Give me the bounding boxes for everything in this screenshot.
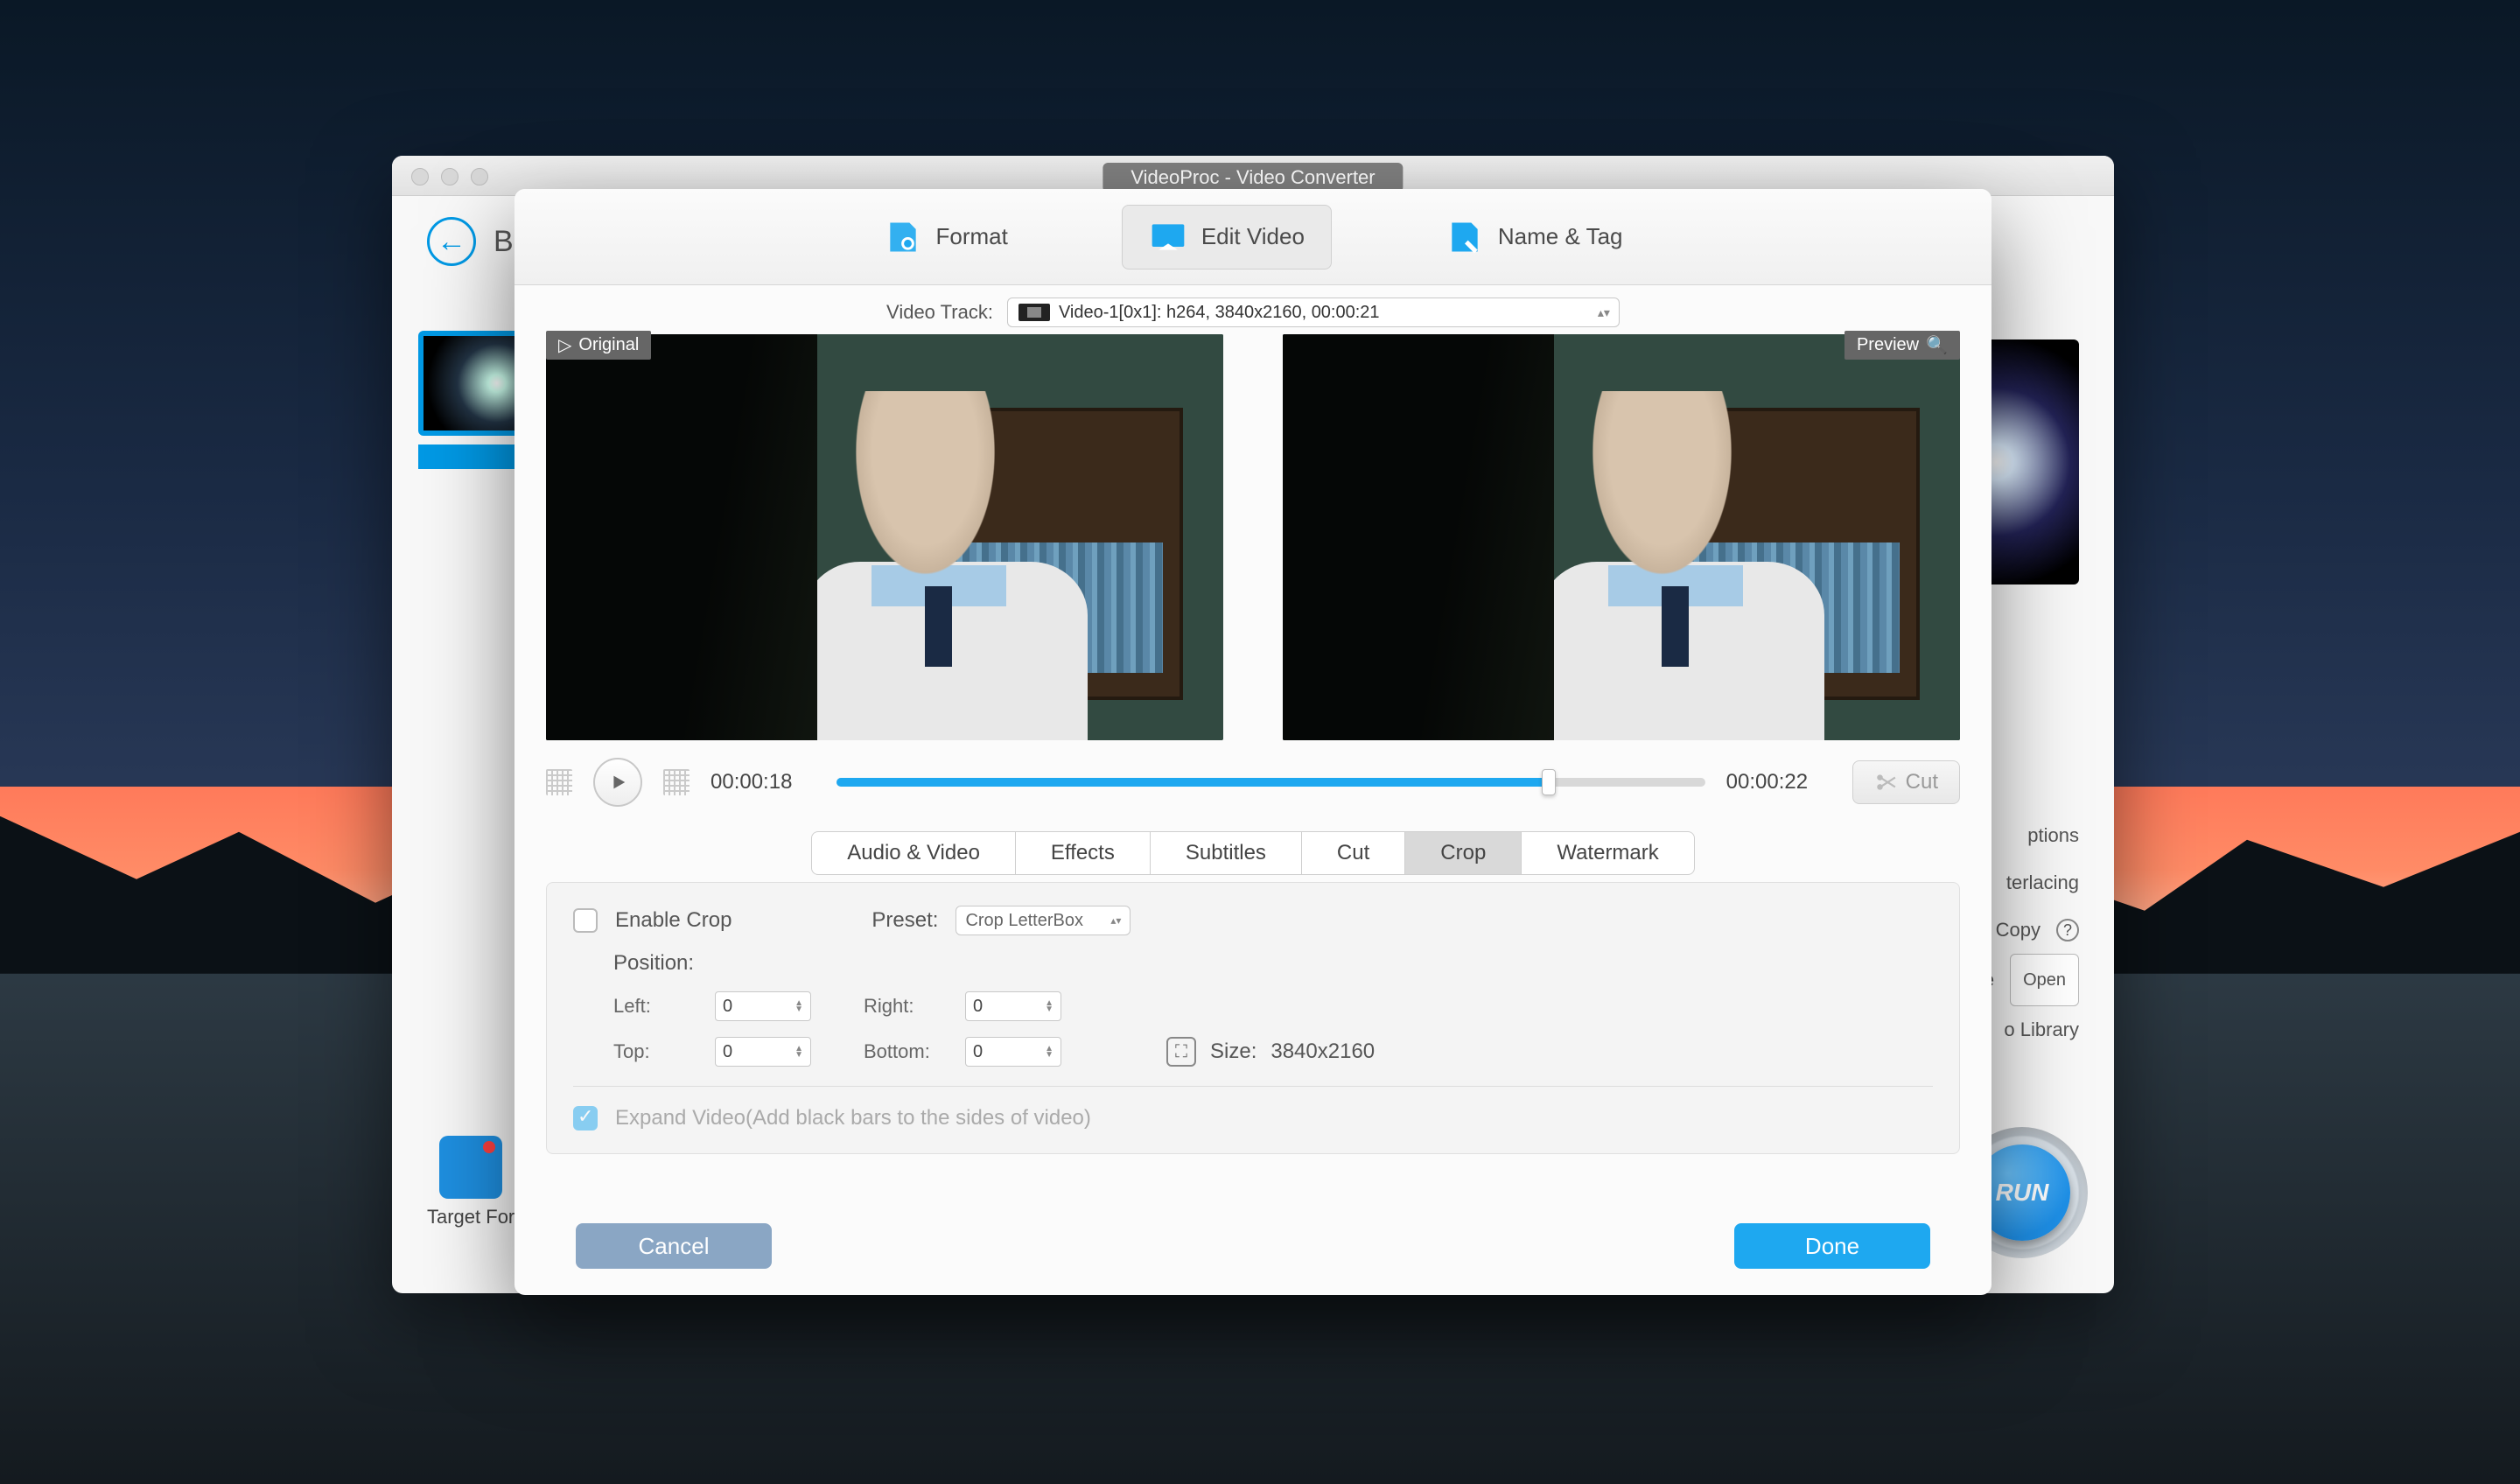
subtab-audio-video[interactable]: Audio & Video (811, 831, 1015, 875)
aspect-lock-icon[interactable]: ⛶ (1166, 1037, 1196, 1067)
done-button[interactable]: Done (1734, 1223, 1930, 1269)
seek-track[interactable] (836, 778, 1705, 787)
top-input[interactable]: 0▲▼ (715, 1037, 811, 1067)
timeline: 00:00:18 00:00:22 Cut (514, 740, 1992, 831)
time-total: 00:00:22 (1726, 770, 1831, 794)
preset-label: Preset: (872, 908, 938, 933)
chevron-updown-icon: ▴▾ (1598, 305, 1610, 320)
target-format[interactable]: Target For (427, 1136, 514, 1228)
seek-fill (836, 778, 1549, 787)
preview-badge: Preview 🔍 (1844, 331, 1960, 360)
side-options: ptions terlacing Copy? eOpen o Library (1984, 812, 2079, 1054)
tab-format[interactable]: Format (858, 206, 1034, 269)
subtab-crop[interactable]: Crop (1404, 831, 1521, 875)
left-label: Left: (613, 995, 701, 1018)
enable-crop-checkbox[interactable] (573, 908, 598, 933)
left-input[interactable]: 0▲▼ (715, 991, 811, 1021)
top-label: Top: (613, 1040, 701, 1063)
original-frame[interactable] (546, 334, 1223, 740)
back-label: B (494, 225, 514, 259)
back-button[interactable]: ← (427, 217, 476, 266)
chevron-updown-icon: ▴▾ (1110, 914, 1121, 927)
cut-button[interactable]: Cut (1852, 760, 1960, 804)
position-label: Position: (613, 951, 694, 976)
cancel-button[interactable]: Cancel (576, 1223, 772, 1269)
right-input[interactable]: 0▲▼ (965, 991, 1061, 1021)
video-chip-icon (1018, 304, 1050, 321)
output-preview: Preview 🔍 (1283, 334, 1960, 740)
original-badge: ▷ Original (546, 331, 651, 360)
edit-subtabs: Audio & Video Effects Subtitles Cut Crop… (514, 831, 1992, 875)
subtab-watermark[interactable]: Watermark (1521, 831, 1694, 875)
enable-crop-label: Enable Crop (615, 908, 732, 933)
preset-dropdown[interactable]: Crop LetterBox▴▾ (956, 906, 1130, 935)
tab-edit-label: Edit Video (1201, 223, 1305, 250)
seek-handle[interactable] (1542, 769, 1556, 795)
scissors-icon (1874, 771, 1897, 794)
video-track-dropdown[interactable]: Video-1[0x1]: h264, 3840x2160, 00:00:21 … (1007, 298, 1620, 327)
step-back-icon[interactable] (546, 769, 572, 795)
video-track-value: Video-1[0x1]: h264, 3840x2160, 00:00:21 (1059, 303, 1380, 323)
expand-video-checkbox[interactable] (573, 1106, 598, 1130)
name-tag-icon (1446, 218, 1484, 256)
traffic-lights[interactable] (411, 168, 488, 186)
format-icon (884, 218, 922, 256)
play-button[interactable] (593, 758, 642, 807)
tab-format-label: Format (936, 223, 1008, 250)
video-track-label: Video Track: (886, 301, 993, 324)
top-tabs: Format Edit Video Name & Tag (514, 189, 1992, 285)
bottom-input[interactable]: 0▲▼ (965, 1037, 1061, 1067)
subtab-cut[interactable]: Cut (1301, 831, 1404, 875)
tab-name-label: Name & Tag (1498, 223, 1623, 250)
target-format-icon[interactable] (439, 1136, 502, 1199)
tab-edit-video[interactable]: Edit Video (1122, 205, 1332, 270)
preview-frame[interactable] (1283, 334, 1960, 740)
help-icon[interactable]: ? (2056, 919, 2079, 942)
window-title: VideoProc - Video Converter (1102, 163, 1403, 192)
tab-name-tag[interactable]: Name & Tag (1419, 206, 1649, 269)
subtab-subtitles[interactable]: Subtitles (1150, 831, 1301, 875)
step-fwd-icon[interactable] (663, 769, 690, 795)
open-button[interactable]: Open (2010, 954, 2079, 1006)
expand-video-label: Expand Video(Add black bars to the sides… (615, 1106, 1091, 1130)
time-current: 00:00:18 (710, 770, 816, 794)
right-label: Right: (864, 995, 951, 1018)
original-preview: ▷ Original (546, 334, 1223, 740)
bottom-label: Bottom: (864, 1040, 951, 1063)
subtab-effects[interactable]: Effects (1015, 831, 1150, 875)
size-label: Size: (1210, 1040, 1256, 1064)
crop-panel: Enable Crop Preset: Crop LetterBox▴▾ Pos… (546, 882, 1960, 1154)
edit-video-icon (1149, 218, 1187, 256)
size-value: 3840x2160 (1270, 1040, 1375, 1064)
edit-video-dialog: Format Edit Video Name & Tag Video Track… (514, 189, 1992, 1295)
